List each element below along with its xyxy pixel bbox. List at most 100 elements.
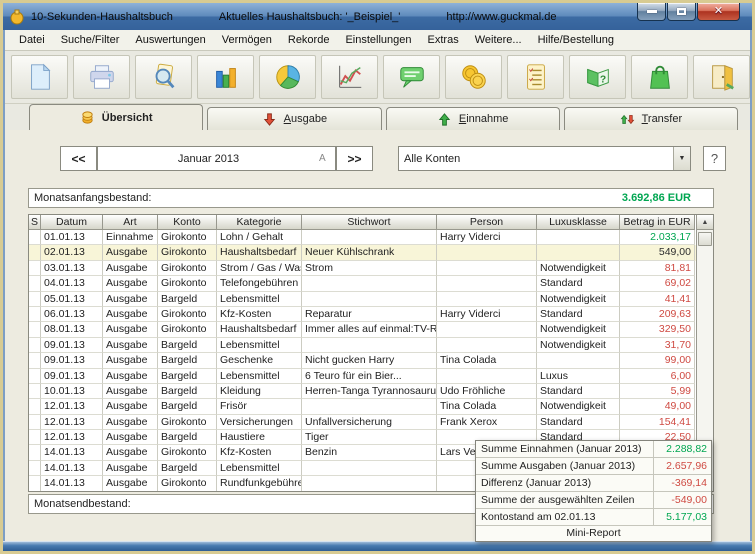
cell-kat[interactable]: Strom / Gas / Wasser — [217, 261, 302, 276]
report-list-button[interactable] — [507, 55, 564, 99]
cell-betrag[interactable]: 329,50 — [620, 322, 695, 337]
cell-art[interactable]: Ausgabe — [103, 445, 158, 460]
cell-konto[interactable]: Girokonto — [158, 245, 217, 260]
cell-s[interactable] — [29, 415, 41, 430]
table-row[interactable]: 04.01.13AusgabeGirokontoTelefongebührenS… — [29, 276, 713, 291]
cell-datum[interactable]: 09.01.13 — [41, 369, 103, 384]
cell-art[interactable]: Ausgabe — [103, 338, 158, 353]
cell-konto[interactable]: Bargeld — [158, 430, 217, 445]
cell-s[interactable] — [29, 322, 41, 337]
column-header-stich[interactable]: Stichwort — [302, 215, 437, 230]
period-field[interactable]: Januar 2013 A — [97, 146, 336, 171]
close-button[interactable]: ✕ — [697, 3, 740, 21]
cell-s[interactable] — [29, 261, 41, 276]
cell-datum[interactable]: 10.01.13 — [41, 384, 103, 399]
tab-transfer[interactable]: Transfer — [564, 107, 738, 130]
cell-betrag[interactable]: 31,70 — [620, 338, 695, 353]
cell-datum[interactable]: 14.01.13 — [41, 476, 103, 491]
cell-kat[interactable]: Kleidung — [217, 384, 302, 399]
cell-s[interactable] — [29, 445, 41, 460]
cell-art[interactable]: Ausgabe — [103, 245, 158, 260]
cell-kat[interactable]: Kfz-Kosten — [217, 445, 302, 460]
cell-stich[interactable] — [302, 461, 437, 476]
menu-item-weitere-[interactable]: Weitere... — [467, 32, 530, 48]
table-row[interactable]: 05.01.13AusgabeBargeldLebensmittel Notwen… — [29, 292, 713, 307]
cell-kat[interactable]: Kfz-Kosten — [217, 307, 302, 322]
cell-s[interactable] — [29, 230, 41, 245]
cell-art[interactable]: Ausgabe — [103, 307, 158, 322]
cell-stich[interactable] — [302, 292, 437, 307]
cell-konto[interactable]: Girokonto — [158, 261, 217, 276]
cell-betrag[interactable]: 2.033,17 — [620, 230, 695, 245]
cell-stich[interactable]: Neuer Kühlschrank — [302, 245, 437, 260]
cell-kat[interactable]: Lebensmittel — [217, 292, 302, 307]
cell-datum[interactable]: 09.01.13 — [41, 338, 103, 353]
cell-person[interactable] — [437, 276, 537, 291]
cell-art[interactable]: Ausgabe — [103, 292, 158, 307]
cell-kat[interactable]: Rundfunkgebühren — [217, 476, 302, 491]
cell-art[interactable]: Ausgabe — [103, 353, 158, 368]
cell-betrag[interactable]: 6,00 — [620, 369, 695, 384]
tab-ausgabe[interactable]: Ausgabe — [207, 107, 381, 130]
cell-art[interactable]: Ausgabe — [103, 399, 158, 414]
cell-datum[interactable]: 05.01.13 — [41, 292, 103, 307]
cell-datum[interactable]: 03.01.13 — [41, 261, 103, 276]
column-header-art[interactable]: Art — [103, 215, 158, 230]
menu-item-vermögen[interactable]: Vermögen — [214, 32, 280, 48]
maximize-button[interactable] — [667, 3, 696, 21]
cell-lux[interactable]: Notwendigkeit — [537, 261, 620, 276]
cell-stich[interactable]: Unfallversicherung — [302, 415, 437, 430]
pie-chart-button[interactable] — [259, 55, 316, 99]
cell-konto[interactable]: Girokonto — [158, 276, 217, 291]
cell-stich[interactable]: 6 Teuro für ein Bier... — [302, 369, 437, 384]
cell-datum[interactable]: 12.01.13 — [41, 415, 103, 430]
cell-konto[interactable]: Girokonto — [158, 476, 217, 491]
cell-datum[interactable]: 14.01.13 — [41, 461, 103, 476]
cell-betrag[interactable]: 49,00 — [620, 399, 695, 414]
cell-lux[interactable]: Standard — [537, 276, 620, 291]
cell-kat[interactable]: Haustiere — [217, 430, 302, 445]
cell-person[interactable]: Frank Xerox — [437, 415, 537, 430]
cell-stich[interactable]: Immer alles auf einmal:TV-Rep. — [302, 322, 437, 337]
cell-stich[interactable]: Strom — [302, 261, 437, 276]
menu-item-rekorde[interactable]: Rekorde — [280, 32, 338, 48]
account-filter-select[interactable]: Alle Konten ▼ — [398, 146, 691, 171]
cell-betrag[interactable]: 549,00 — [620, 245, 695, 260]
menu-item-datei[interactable]: Datei — [11, 32, 53, 48]
cell-person[interactable]: Udo Fröhliche — [437, 384, 537, 399]
cell-stich[interactable]: Herren-Tanga Tyrannosaurus rex — [302, 384, 437, 399]
table-row[interactable]: 09.01.13AusgabeBargeldLebensmittel6 Teur… — [29, 369, 713, 384]
cell-kat[interactable]: Versicherungen — [217, 415, 302, 430]
cell-stich[interactable]: Reparatur — [302, 307, 437, 322]
cell-stich[interactable]: Nicht gucken Harry — [302, 353, 437, 368]
cell-konto[interactable]: Bargeld — [158, 292, 217, 307]
cell-art[interactable]: Ausgabe — [103, 384, 158, 399]
cell-betrag[interactable]: 41,41 — [620, 292, 695, 307]
cell-lux[interactable] — [537, 245, 620, 260]
next-month-button[interactable]: >> — [336, 146, 373, 171]
cell-kat[interactable]: Lebensmittel — [217, 338, 302, 353]
cell-datum[interactable]: 04.01.13 — [41, 276, 103, 291]
cell-art[interactable]: Einnahme — [103, 230, 158, 245]
table-row[interactable]: 12.01.13AusgabeBargeldFrisörTina ColadaN… — [29, 399, 713, 414]
cell-konto[interactable]: Girokonto — [158, 445, 217, 460]
cell-betrag[interactable]: 209,63 — [620, 307, 695, 322]
minimize-button[interactable] — [637, 3, 666, 21]
cell-lux[interactable]: Notwendigkeit — [537, 292, 620, 307]
cell-s[interactable] — [29, 276, 41, 291]
cell-s[interactable] — [29, 353, 41, 368]
cell-s[interactable] — [29, 338, 41, 353]
cell-lux[interactable] — [537, 230, 620, 245]
cell-s[interactable] — [29, 307, 41, 322]
cell-konto[interactable]: Bargeld — [158, 461, 217, 476]
cell-s[interactable] — [29, 430, 41, 445]
coins-button[interactable] — [445, 55, 502, 99]
table-row[interactable]: 10.01.13AusgabeBargeldKleidungHerren-Tan… — [29, 384, 713, 399]
cell-person[interactable] — [437, 292, 537, 307]
cell-lux[interactable]: Standard — [537, 307, 620, 322]
cell-lux[interactable]: Notwendigkeit — [537, 399, 620, 414]
dropdown-arrow-icon[interactable]: ▼ — [673, 147, 690, 170]
column-header-konto[interactable]: Konto — [158, 215, 217, 230]
cell-konto[interactable]: Bargeld — [158, 399, 217, 414]
cell-s[interactable] — [29, 384, 41, 399]
